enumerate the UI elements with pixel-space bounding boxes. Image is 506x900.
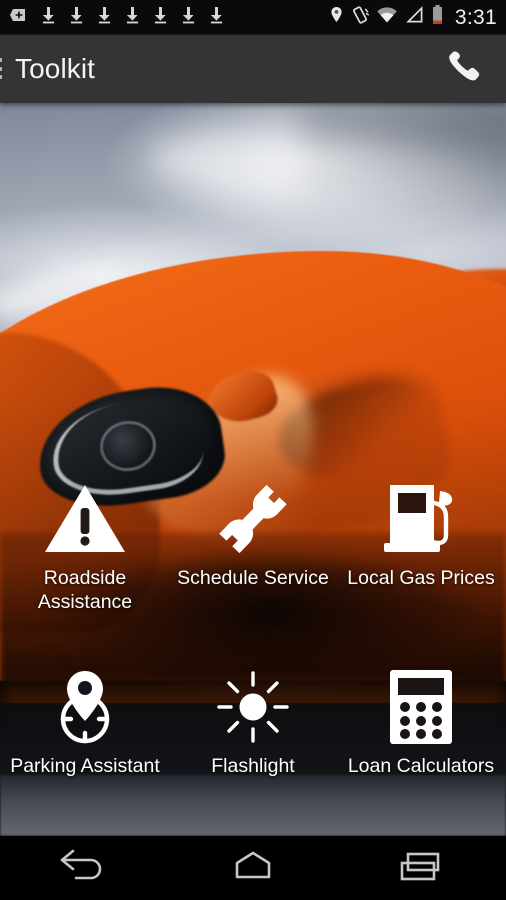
drawer-menu-button[interactable]: [0, 34, 2, 103]
download-icon: [180, 5, 197, 30]
cell-signal-icon: [405, 5, 424, 30]
tile-label: Roadside Assistance: [37, 567, 133, 613]
download-icon: [152, 5, 169, 30]
home-button[interactable]: [169, 836, 338, 900]
tile-parking-assistant[interactable]: Parking Assistant: [1, 666, 169, 778]
download-icon: [124, 5, 141, 30]
tile-label: Parking Assistant: [10, 755, 160, 777]
sun-brightness-icon: [213, 666, 293, 748]
sd-card-icon: [9, 5, 29, 30]
action-bar: Toolkit: [0, 34, 506, 103]
vibrate-icon: [351, 5, 370, 30]
home-icon: [224, 846, 282, 891]
tile-label: Flashlight: [211, 755, 295, 777]
page-title: Toolkit: [15, 52, 96, 84]
system-status-icons: 3:31: [329, 4, 506, 30]
tile-label: Loan Calculators: [347, 755, 495, 777]
download-icon: [68, 5, 85, 30]
download-icon: [208, 5, 225, 30]
gas-pump-icon: [378, 478, 464, 560]
phone-screen: 3:31 Toolkit Roadside Assistance Schedul…: [0, 0, 506, 900]
calculator-icon: [386, 666, 456, 748]
status-bar-shadow: [0, 34, 506, 36]
tile-local-gas-prices[interactable]: Local Gas Prices: [337, 478, 505, 590]
back-button[interactable]: [0, 836, 169, 900]
location-pin-icon: [329, 5, 344, 30]
back-arrow-icon: [55, 846, 113, 891]
system-nav-bar: [0, 836, 506, 900]
hamburger-menu-icon: [0, 58, 2, 79]
notification-icons: [0, 5, 329, 30]
call-button[interactable]: [442, 46, 488, 92]
main-content: Roadside Assistance Schedule Service Loc…: [0, 103, 506, 836]
parking-pin-target-icon: [45, 666, 125, 748]
wrench-icon: [213, 478, 293, 560]
tile-roadside-assistance[interactable]: Roadside Assistance: [1, 478, 169, 614]
battery-low-icon: [431, 4, 444, 30]
tile-schedule-service[interactable]: Schedule Service: [169, 478, 337, 590]
tile-label: Local Gas Prices: [347, 567, 495, 589]
tile-label: Schedule Service: [177, 567, 329, 589]
tile-loan-calculators[interactable]: Loan Calculators: [337, 666, 505, 778]
warning-triangle-icon: [43, 478, 127, 560]
wifi-icon: [376, 5, 398, 30]
tile-flashlight[interactable]: Flashlight: [169, 666, 337, 778]
toolkit-grid: Roadside Assistance Schedule Service Loc…: [0, 103, 506, 836]
recents-icon: [393, 846, 451, 891]
status-bar: 3:31: [0, 0, 506, 34]
download-icon: [40, 5, 57, 30]
recents-button[interactable]: [337, 836, 506, 900]
download-icon: [96, 5, 113, 30]
status-clock: 3:31: [454, 5, 497, 29]
phone-icon: [445, 46, 485, 91]
